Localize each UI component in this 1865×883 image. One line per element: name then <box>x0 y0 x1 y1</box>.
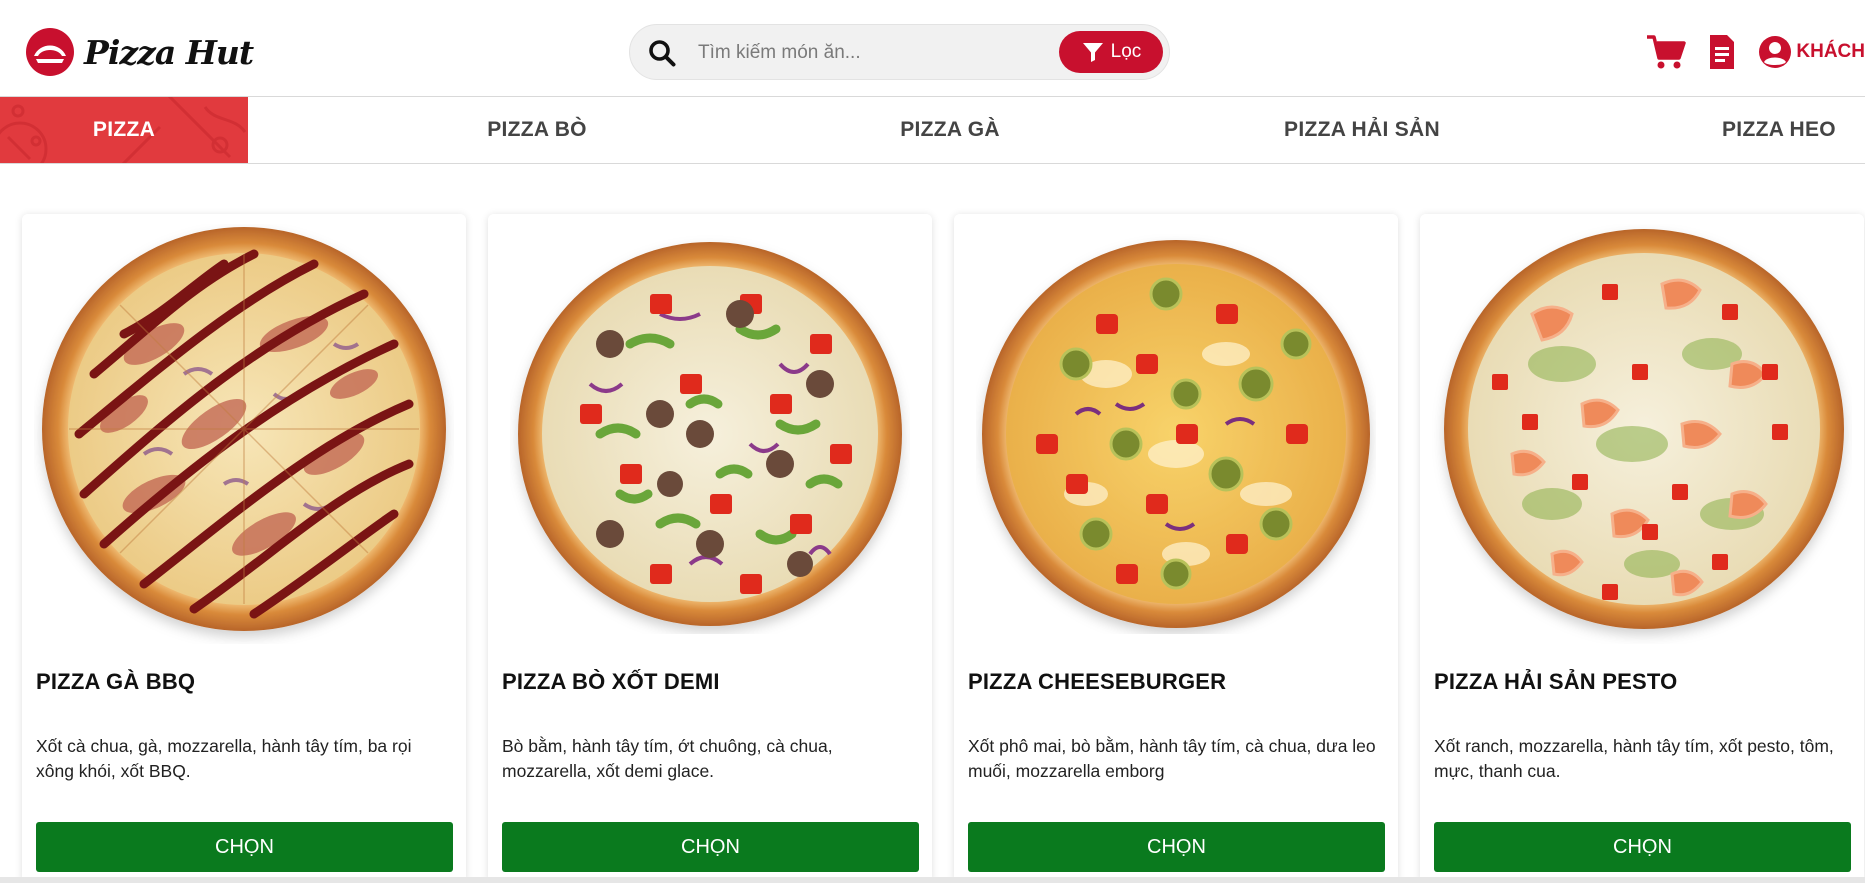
tab-label: PIZZA HẢI SẢN <box>1284 118 1440 141</box>
tab-pizza[interactable]: PIZZA <box>0 97 248 163</box>
pizza-bo-demi-image <box>518 242 902 626</box>
product-name: PIZZA BÒ XỐT DEMI <box>502 669 720 694</box>
product-card: PIZZA BÒ XỐT DEMI Bò bằm, hành tây tím, … <box>488 214 932 883</box>
select-button[interactable]: CHỌN <box>1434 822 1851 872</box>
search-input[interactable] <box>698 39 1028 67</box>
order-document-icon <box>1710 35 1735 69</box>
product-grid: PIZZA GÀ BBQ Xốt cà chua, gà, mozzarella… <box>0 214 1865 883</box>
tab-pizza-hai-san[interactable]: PIZZA HẢI SẢN <box>1245 97 1479 163</box>
brand-name: Pizza Hut <box>84 32 254 72</box>
product-description: Bò bằm, hành tây tím, ớt chuông, cà chua… <box>502 736 833 781</box>
tab-pizza-heo[interactable]: PIZZA HEO <box>1660 97 1865 163</box>
tab-label: PIZZA <box>92 118 156 141</box>
product-card: PIZZA CHEESEBURGER Xốt phô mai, bò bằm, … <box>954 214 1398 883</box>
tab-pizza-bo[interactable]: PIZZA BÒ <box>420 97 654 163</box>
product-name: PIZZA HẢI SẢN PESTO <box>1434 669 1678 694</box>
product-card: PIZZA GÀ BBQ Xốt cà chua, gà, mozzarella… <box>22 214 466 883</box>
tab-label: PIZZA GÀ <box>900 118 1000 141</box>
product-image[interactable] <box>488 214 932 654</box>
cart-button[interactable] <box>1646 33 1687 71</box>
pizza-bbq-image <box>42 227 446 631</box>
product-name: PIZZA CHEESEBURGER <box>968 669 1227 694</box>
product-description: Xốt ranch, mozzarella, hành tây tím, xốt… <box>1434 736 1834 781</box>
category-tabs: PIZZA PIZZA BÒ PIZZA GÀ PIZZA HẢI SẢN PI… <box>0 97 1865 164</box>
product-image[interactable] <box>954 214 1398 654</box>
horizontal-scrollbar[interactable] <box>0 877 1865 883</box>
header-actions: KHÁCH <box>1646 30 1865 74</box>
product-image[interactable] <box>22 214 466 654</box>
filter-button[interactable]: Lọc <box>1059 31 1163 73</box>
search-icon[interactable] <box>648 39 676 67</box>
account-button[interactable]: KHÁCH <box>1758 35 1865 69</box>
filter-label: Lọc <box>1110 41 1142 62</box>
product-card: PIZZA HẢI SẢN PESTO Xốt ranch, mozzarell… <box>1420 214 1864 883</box>
tab-label: PIZZA HEO <box>1722 118 1836 141</box>
account-label: KHÁCH <box>1796 41 1865 62</box>
tab-label: PIZZA BÒ <box>487 118 587 141</box>
user-icon <box>1759 36 1792 68</box>
filter-icon <box>1082 43 1103 62</box>
pizza-cheeseburger-image <box>982 240 1370 628</box>
cart-icon <box>1647 35 1687 69</box>
orders-button[interactable] <box>1708 33 1736 71</box>
select-button[interactable]: CHỌN <box>36 822 453 872</box>
search-bar: Lọc <box>629 24 1170 80</box>
product-description: Xốt phô mai, bò bằm, hành tây tím, cà ch… <box>968 736 1376 781</box>
product-description: Xốt cà chua, gà, mozzarella, hành tây tí… <box>36 736 412 781</box>
pizza-hut-logo[interactable]: Pizza Hut <box>24 26 254 78</box>
product-image[interactable] <box>1420 214 1864 654</box>
pizza-hut-logo-icon <box>26 28 74 76</box>
pizza-hai-san-pesto-image <box>1444 229 1844 629</box>
select-button[interactable]: CHỌN <box>502 822 919 872</box>
select-button[interactable]: CHỌN <box>968 822 1385 872</box>
product-name: PIZZA GÀ BBQ <box>36 669 196 694</box>
tab-pizza-ga[interactable]: PIZZA GÀ <box>833 97 1067 163</box>
header: Pizza Hut Lọc <box>0 0 1865 97</box>
